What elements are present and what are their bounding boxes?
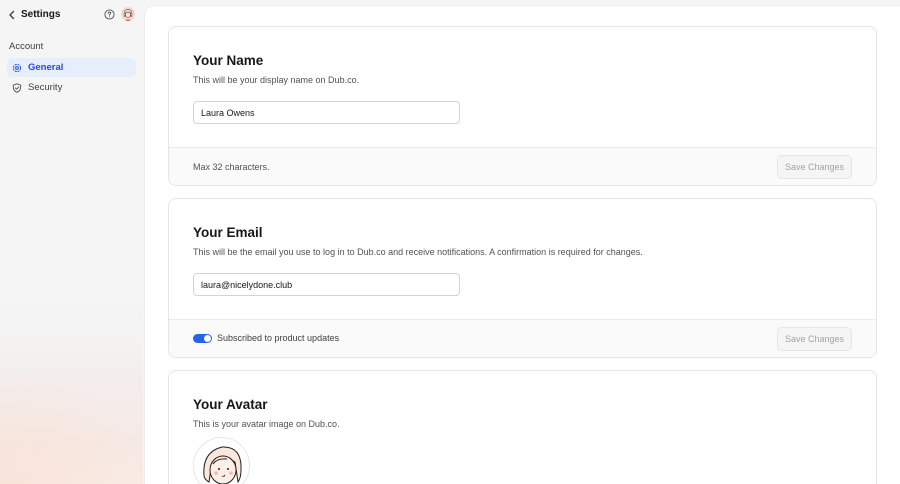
- character-limit-note: Max 32 characters.: [193, 162, 270, 172]
- avatar-card: Your Avatar This is your avatar image on…: [168, 370, 877, 484]
- user-avatar-illustration: [121, 7, 135, 21]
- sidebar: Settings Account General Security: [0, 0, 143, 484]
- sidebar-title: Settings: [21, 9, 61, 20]
- save-email-button[interactable]: Save Changes: [777, 327, 852, 351]
- avatar-upload[interactable]: [193, 437, 250, 484]
- gear-icon: [12, 63, 22, 73]
- help-circle-icon[interactable]: [104, 9, 115, 20]
- main-content: Your Name This will be your display name…: [144, 5, 900, 484]
- card-description: This will be the email you use to log in…: [193, 247, 643, 257]
- card-footer: Subscribed to product updates Save Chang…: [169, 319, 876, 357]
- card-title: Your Email: [193, 225, 263, 240]
- name-card: Your Name This will be your display name…: [168, 26, 877, 186]
- card-footer: Max 32 characters. Save Changes: [169, 147, 876, 185]
- chevron-left-icon[interactable]: [6, 9, 18, 21]
- sidebar-section-account: Account: [9, 41, 44, 52]
- email-card: Your Email This will be the email you us…: [168, 198, 877, 358]
- sidebar-item-label: General: [28, 62, 64, 73]
- card-title: Your Name: [193, 53, 264, 68]
- user-avatar[interactable]: [121, 7, 135, 21]
- email-input[interactable]: [193, 273, 460, 296]
- card-description: This is your avatar image on Dub.co.: [193, 419, 340, 429]
- save-name-button[interactable]: Save Changes: [777, 155, 852, 179]
- sidebar-item-general[interactable]: General: [7, 58, 136, 77]
- sidebar-item-label: Security: [28, 82, 63, 93]
- avatar-illustration: [194, 438, 249, 484]
- card-title: Your Avatar: [193, 397, 268, 412]
- card-description: This will be your display name on Dub.co…: [193, 75, 360, 85]
- product-updates-label: Subscribed to product updates: [217, 333, 340, 343]
- shield-check-icon: [12, 82, 22, 93]
- name-input[interactable]: [193, 101, 460, 124]
- sidebar-header: Settings: [0, 0, 143, 30]
- sidebar-item-security[interactable]: Security: [7, 78, 136, 97]
- product-updates-toggle[interactable]: [193, 334, 212, 343]
